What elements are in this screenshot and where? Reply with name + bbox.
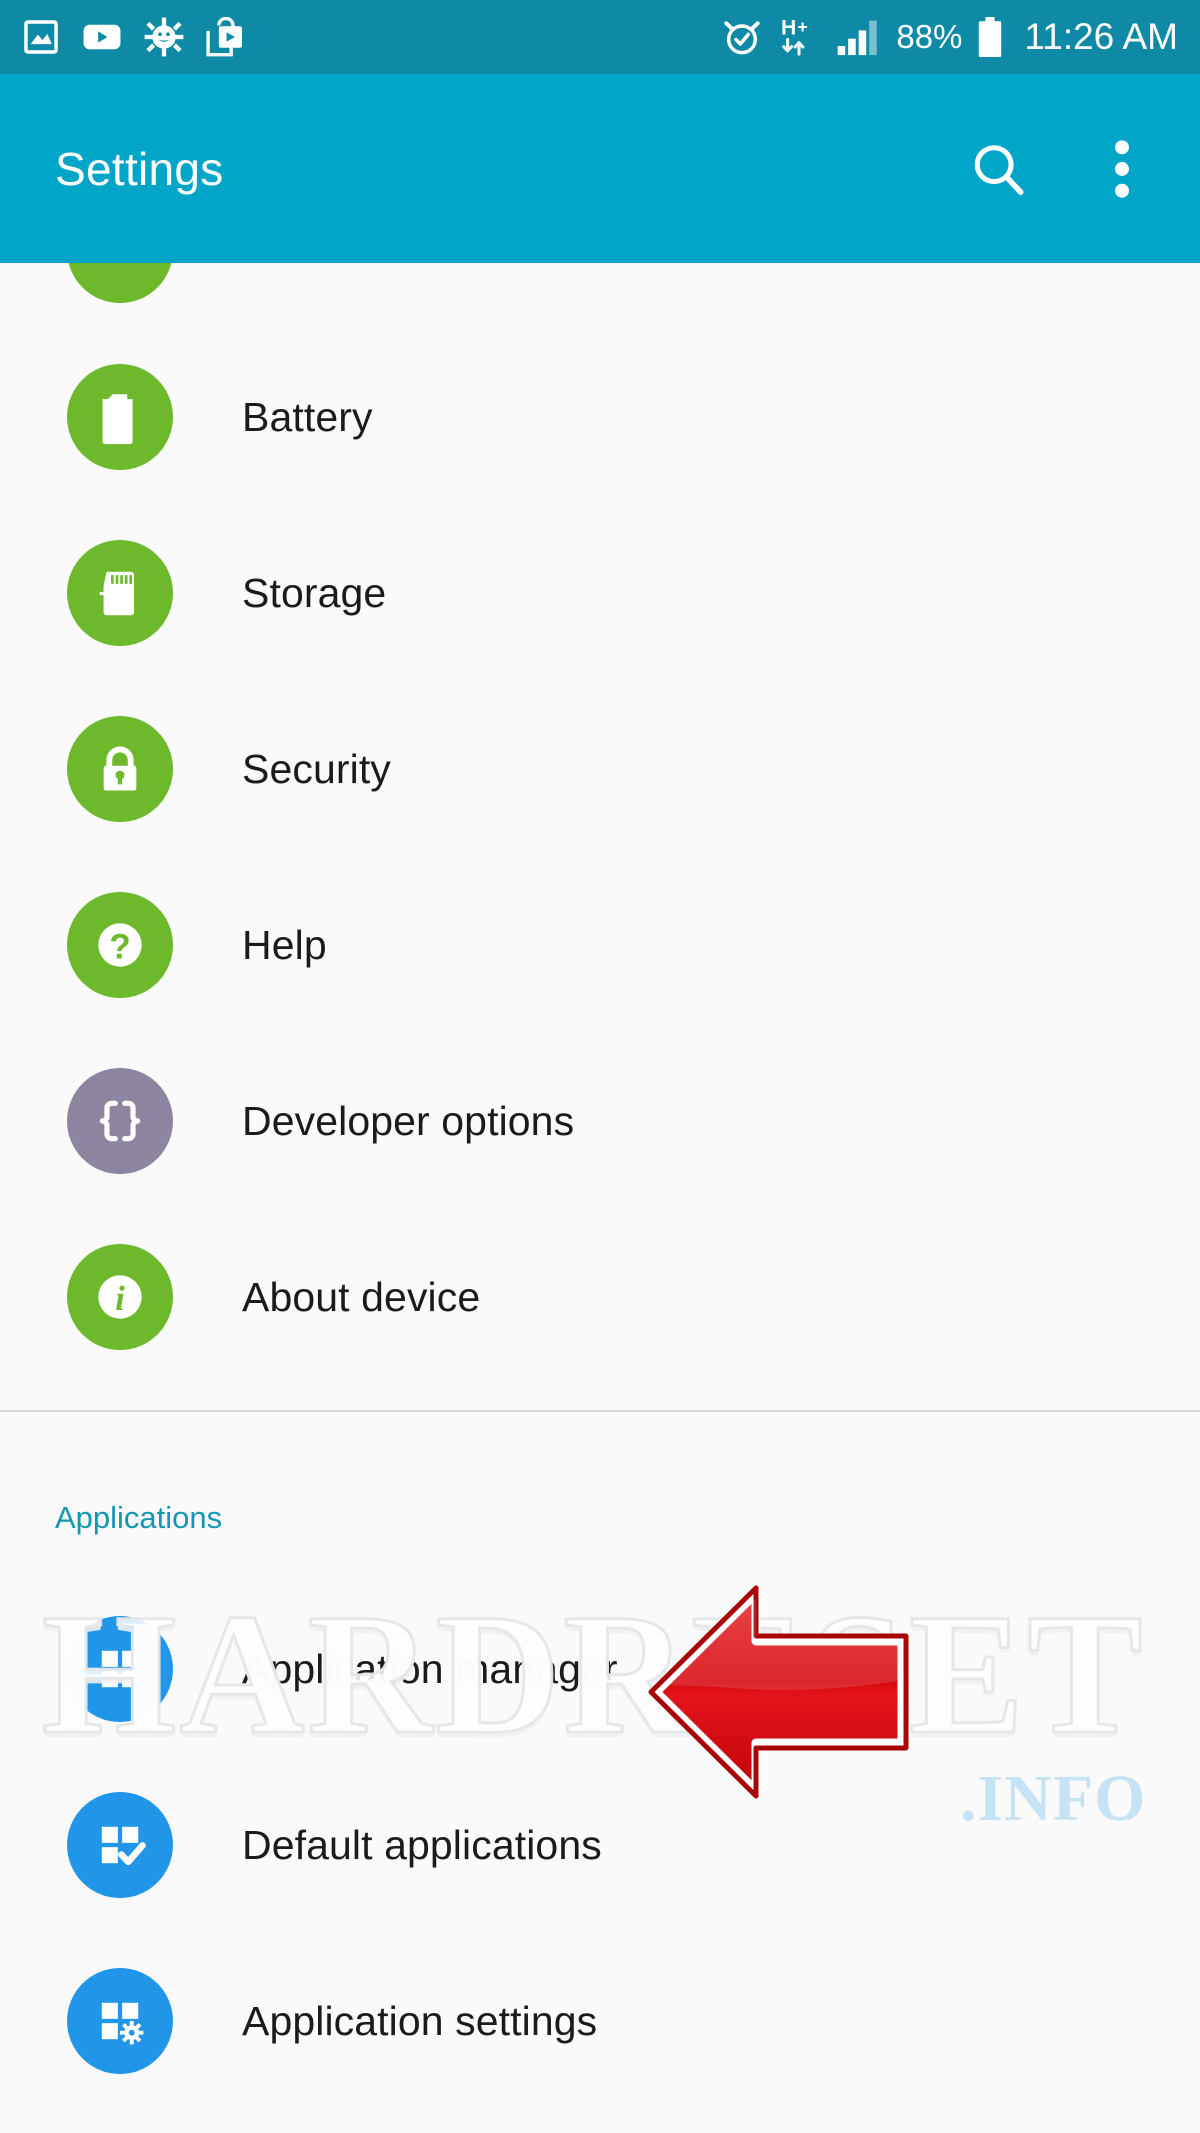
- page-title: Settings: [55, 142, 224, 195]
- applications-section-header: Applications: [55, 1500, 223, 1535]
- app-bar: Settings: [0, 74, 1200, 263]
- settings-row-about-device[interactable]: i About device: [0, 1209, 1200, 1385]
- grid-icon: [67, 1616, 173, 1722]
- more-vertical-icon: [1115, 139, 1129, 198]
- status-icons: H + 88% 11:26 AM: [722, 15, 1178, 59]
- grid-gear-icon: [67, 1968, 173, 2074]
- question-mark-icon: ?: [67, 892, 173, 998]
- settings-row-label: Developer options: [242, 1097, 575, 1144]
- section-divider: [0, 1410, 1200, 1412]
- settings-row-label: Security: [242, 745, 391, 792]
- hplus-data-icon: H +: [781, 17, 808, 56]
- settings-row-battery[interactable]: Battery: [0, 329, 1200, 505]
- settings-row-application-manager[interactable]: Application manager: [0, 1581, 1200, 1757]
- status-bar: H + 88% 11:26 AM: [0, 0, 1200, 74]
- gallery-image-icon: [24, 20, 58, 54]
- grid-check-icon: [67, 1792, 173, 1898]
- settings-scroll-area[interactable]: Battery Storage Security ? Help Develope…: [0, 263, 1200, 2133]
- settings-row-developer-options[interactable]: Developer options: [0, 1033, 1200, 1209]
- settings-row-label: Storage: [242, 569, 387, 616]
- settings-row-default-applications[interactable]: Default applications: [0, 1757, 1200, 1933]
- settings-row-application-settings[interactable]: Application settings: [0, 1933, 1200, 2109]
- applications-list: Application manager Default applications: [0, 1581, 1200, 2109]
- settings-row-label: Battery: [242, 393, 373, 440]
- search-icon: [974, 144, 1024, 195]
- settings-row-help[interactable]: ? Help: [0, 857, 1200, 1033]
- battery-percent-label: 88%: [896, 18, 963, 55]
- gear-face-icon: [144, 17, 184, 57]
- lock-icon: [67, 716, 173, 822]
- youtube-icon: [83, 24, 121, 50]
- settings-row-security[interactable]: Security: [0, 681, 1200, 857]
- settings-row-storage[interactable]: Storage: [0, 505, 1200, 681]
- notification-icons: [22, 17, 244, 57]
- svg-text:+: +: [798, 17, 808, 37]
- settings-row-label: Application settings: [242, 1997, 598, 2044]
- curly-braces-icon: [67, 1068, 173, 1174]
- app-bar-actions: [960, 131, 1160, 207]
- play-store-icon: [206, 17, 242, 57]
- settings-list: Battery Storage Security ? Help Develope…: [0, 329, 1200, 1385]
- settings-row-label: Help: [242, 921, 327, 968]
- info-icon: i: [67, 1244, 173, 1350]
- svg-text:?: ?: [109, 927, 130, 966]
- overflow-menu-button[interactable]: [1084, 131, 1160, 207]
- battery-icon: [67, 364, 173, 470]
- battery-full-icon: [979, 17, 1002, 57]
- partial-row-icon-above: [67, 263, 173, 303]
- phone-screen: H + 88% 11:26 AM Settings Battery Storag…: [0, 0, 1200, 2133]
- status-clock: 11:26 AM: [1024, 16, 1178, 57]
- settings-row-label: Default applications: [242, 1821, 602, 1868]
- settings-row-label: Application manager: [242, 1645, 618, 1692]
- search-button[interactable]: [960, 131, 1036, 207]
- svg-text:H: H: [781, 17, 796, 40]
- alarm-icon: [724, 21, 761, 55]
- sd-card-icon: [67, 540, 173, 646]
- signal-bars-icon: [837, 20, 878, 56]
- settings-row-label: About device: [242, 1273, 481, 1320]
- svg-text:i: i: [115, 1279, 125, 1318]
